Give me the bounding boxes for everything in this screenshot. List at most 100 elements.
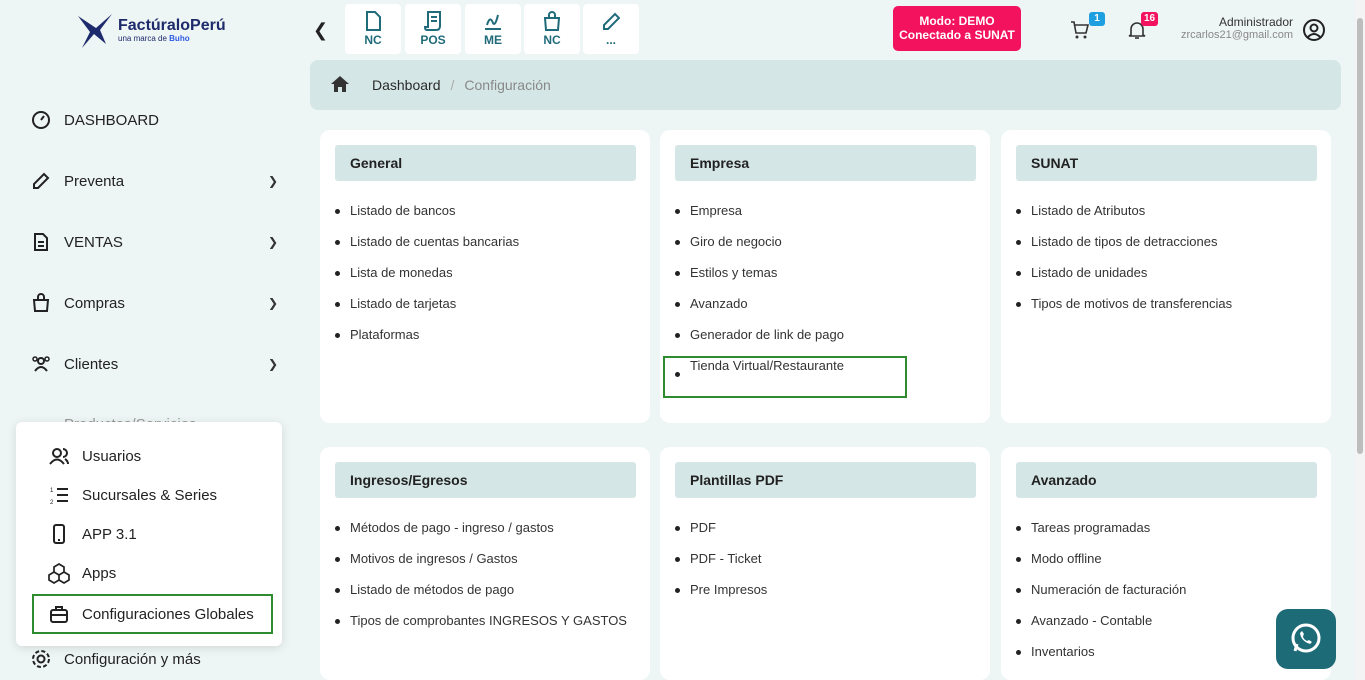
quick-btn-label: POS — [420, 33, 446, 47]
breadcrumb: Dashboard / Configuración — [310, 60, 1341, 110]
logo-sub: una marca de Buho — [118, 34, 226, 43]
signature-icon — [485, 14, 501, 30]
quick-btn-label: ME — [484, 33, 502, 47]
users-icon — [48, 445, 70, 467]
cart-count-badge: 1 — [1089, 12, 1105, 26]
chevron-down-icon: ❯ — [267, 296, 278, 310]
popup-item-sucursales[interactable]: 12 Sucursales & Series — [48, 481, 217, 509]
notification-count-badge: 16 — [1141, 12, 1159, 26]
sidebar-item-compras[interactable]: Compras ❯ — [30, 288, 278, 318]
list-item[interactable]: Listado de bancos — [335, 203, 519, 234]
list-item[interactable]: Numeración de facturación — [1016, 582, 1186, 613]
mode-line2: Conectado a SUNAT — [899, 28, 1015, 42]
whatsapp-icon[interactable] — [1276, 609, 1336, 669]
list-item[interactable]: Inventarios — [1016, 644, 1186, 675]
card-list: Listado de bancos Listado de cuentas ban… — [335, 203, 519, 358]
quick-btn-label: NC — [364, 33, 382, 47]
card-list: Métodos de pago - ingreso / gastos Motiv… — [335, 520, 627, 644]
list-item[interactable]: Plataformas — [335, 327, 519, 358]
popup-item-label: Usuarios — [82, 447, 142, 465]
sidebar-item-label: Preventa — [64, 172, 125, 190]
user-info[interactable]: Administrador zrcarlos21@gmail.com — [1181, 15, 1293, 41]
mode-badge[interactable]: Modo: DEMO Conectado a SUNAT — [893, 6, 1021, 51]
back-chevron-icon[interactable]: ❮ — [313, 20, 328, 41]
sidebar-item-preventa[interactable]: Preventa ❯ — [30, 166, 278, 196]
sidebar-item-clientes[interactable]: Clientes ❯ — [30, 349, 278, 379]
list-item[interactable]: PDF - Ticket — [675, 551, 767, 582]
quick-btn-nc-2[interactable]: NC — [524, 4, 580, 54]
popup-item-configuraciones-globales[interactable]: Configuraciones Globales — [32, 594, 273, 634]
quick-btn-me[interactable]: ME — [465, 4, 521, 54]
list-item[interactable]: Tareas programadas — [1016, 520, 1186, 551]
sidebar-item-label: Clientes — [64, 355, 119, 373]
logo[interactable]: FactúraloPerú una marca de Buho — [76, 10, 226, 50]
document-icon — [30, 231, 52, 253]
quick-btn-more[interactable]: ... — [583, 4, 639, 54]
quick-btn-label: ... — [605, 33, 616, 47]
list-item[interactable]: Estilos y temas — [675, 265, 905, 296]
card-title: Empresa — [675, 145, 976, 181]
card-general: General Listado de bancos Listado de cue… — [320, 130, 650, 423]
users-icon — [30, 353, 52, 375]
breadcrumb-dashboard[interactable]: Dashboard — [372, 77, 441, 93]
edit-icon — [30, 170, 52, 192]
list-item[interactable]: Generador de link de pago — [675, 327, 905, 358]
chevron-down-icon: ❯ — [267, 235, 278, 249]
card-title: SUNAT — [1016, 145, 1317, 181]
numbered-list-icon: 12 — [48, 484, 70, 506]
quick-btn-nc[interactable]: NC — [345, 4, 401, 54]
bag-icon — [30, 292, 52, 314]
sidebar-item-ventas[interactable]: VENTAS ❯ — [30, 227, 278, 257]
sidebar-item-configuracion[interactable]: Configuración y más — [30, 644, 278, 674]
list-item[interactable]: Listado de métodos de pago — [335, 582, 627, 613]
phone-icon — [48, 523, 70, 545]
quick-btn-label: NC — [543, 33, 561, 47]
card-plantillas-pdf: Plantillas PDF PDF PDF - Ticket Pre Impr… — [660, 447, 990, 680]
card-title: Ingresos/Egresos — [335, 462, 636, 498]
chevron-down-icon: ❯ — [267, 174, 278, 188]
list-item-tienda-virtual[interactable]: Tienda Virtual/Restaurante — [663, 356, 907, 398]
card-sunat: SUNAT Listado de Atributos Listado de ti… — [1001, 130, 1331, 423]
list-item[interactable]: Lista de monedas — [335, 265, 519, 296]
popup-item-label: Sucursales & Series — [82, 486, 218, 504]
list-item[interactable]: Tipos de motivos de transferencias — [1016, 296, 1232, 327]
popup-item-apps[interactable]: Apps — [48, 559, 116, 587]
list-item[interactable]: Métodos de pago - ingreso / gastos — [335, 520, 627, 551]
sidebar-item-dashboard[interactable]: DASHBOARD — [30, 105, 278, 135]
list-item[interactable]: Avanzado - Contable — [1016, 613, 1186, 644]
list-item[interactable]: Giro de negocio — [675, 234, 905, 265]
scrollbar-thumb[interactable] — [1357, 18, 1363, 454]
list-item[interactable]: Modo offline — [1016, 551, 1186, 582]
list-item[interactable]: PDF — [675, 520, 767, 551]
card-list: Empresa Giro de negocio Estilos y temas … — [663, 203, 907, 398]
popup-item-app[interactable]: APP 3.1 — [48, 520, 137, 548]
list-item[interactable]: Listado de Atributos — [1016, 203, 1232, 234]
card-title: General — [335, 145, 636, 181]
user-name: Administrador — [1218, 15, 1293, 29]
dashboard-icon — [30, 109, 52, 131]
sidebar-item-label: Compras — [64, 294, 125, 312]
page-scrollbar[interactable] — [1355, 0, 1365, 680]
card-ingresos-egresos: Ingresos/Egresos Métodos de pago - ingre… — [320, 447, 650, 680]
user-avatar-icon[interactable] — [1302, 18, 1326, 47]
logo-brand: FactúraloPerú — [118, 16, 226, 34]
list-item[interactable]: Pre Impresos — [675, 582, 767, 613]
list-item[interactable]: Empresa — [675, 203, 905, 234]
sidebar: FactúraloPerú una marca de Buho DASHBOAR… — [0, 0, 300, 680]
list-item[interactable]: Listado de tarjetas — [335, 296, 519, 327]
pencil-icon — [603, 12, 620, 30]
list-item[interactable]: Avanzado — [675, 296, 905, 327]
list-item[interactable]: Listado de unidades — [1016, 265, 1232, 296]
logo-sub-prefix: una marca de — [118, 33, 167, 43]
svg-text:1: 1 — [50, 488, 54, 494]
list-item[interactable]: Listado de cuentas bancarias — [335, 234, 519, 265]
chevron-down-icon: ❯ — [267, 357, 278, 371]
quick-btn-pos[interactable]: POS — [405, 4, 461, 54]
list-item[interactable]: Tipos de comprobantes INGRESOS Y GASTOS — [335, 613, 627, 644]
list-item[interactable]: Listado de tipos de detracciones — [1016, 234, 1232, 265]
config-popup-menu: Usuarios 12 Sucursales & Series APP 3.1 … — [16, 422, 282, 646]
bag-icon — [543, 11, 561, 31]
home-icon[interactable] — [330, 75, 350, 96]
popup-item-usuarios[interactable]: Usuarios — [48, 442, 141, 470]
list-item[interactable]: Motivos de ingresos / Gastos — [335, 551, 627, 582]
